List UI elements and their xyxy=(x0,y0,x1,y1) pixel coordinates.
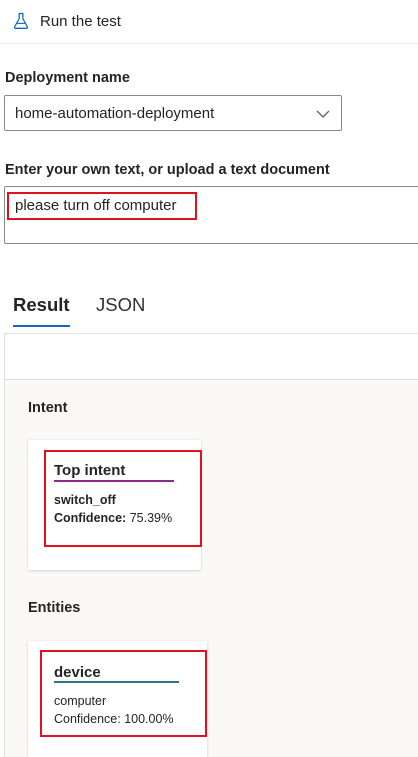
top-intent-confidence: Confidence: 75.39% xyxy=(54,511,172,525)
confidence-label: Confidence: xyxy=(54,511,127,525)
toolbar: Run the test xyxy=(0,0,418,44)
confidence-label: Confidence: xyxy=(54,712,121,726)
utterance-text: please turn off computer xyxy=(15,197,177,214)
top-intent-underline xyxy=(54,480,174,482)
text-input-label: Enter your own text, or upload a text do… xyxy=(5,162,330,178)
tab-result-underline xyxy=(13,325,70,327)
tab-json[interactable]: JSON xyxy=(96,294,145,316)
tab-result[interactable]: Result xyxy=(13,294,70,316)
top-intent-title: Top intent xyxy=(54,462,126,479)
utterance-textarea[interactable]: please turn off computer xyxy=(4,186,418,244)
entity-title: device xyxy=(54,664,101,681)
entity-underline xyxy=(54,681,179,683)
confidence-value: 100.00% xyxy=(124,712,174,726)
deployment-select[interactable]: home-automation-deployment xyxy=(4,95,342,131)
intent-section-title: Intent xyxy=(28,400,68,416)
run-test-button[interactable]: Run the test xyxy=(12,9,121,33)
entities-section-title: Entities xyxy=(28,600,81,616)
result-panel-header xyxy=(5,334,418,380)
run-test-label: Run the test xyxy=(40,12,121,30)
entity-card: device computer Confidence: 100.00% xyxy=(28,641,207,757)
confidence-value: 75.39% xyxy=(129,511,173,525)
chevron-down-icon xyxy=(316,110,330,118)
deployment-select-value: home-automation-deployment xyxy=(15,104,215,122)
deployment-name-label: Deployment name xyxy=(5,70,130,86)
entity-text: computer xyxy=(54,694,107,708)
top-intent-name: switch_off xyxy=(54,493,116,507)
top-intent-card: Top intent switch_off Confidence: 75.39% xyxy=(28,440,201,570)
flask-icon xyxy=(13,12,29,29)
entity-confidence: Confidence: 100.00% xyxy=(54,712,174,726)
